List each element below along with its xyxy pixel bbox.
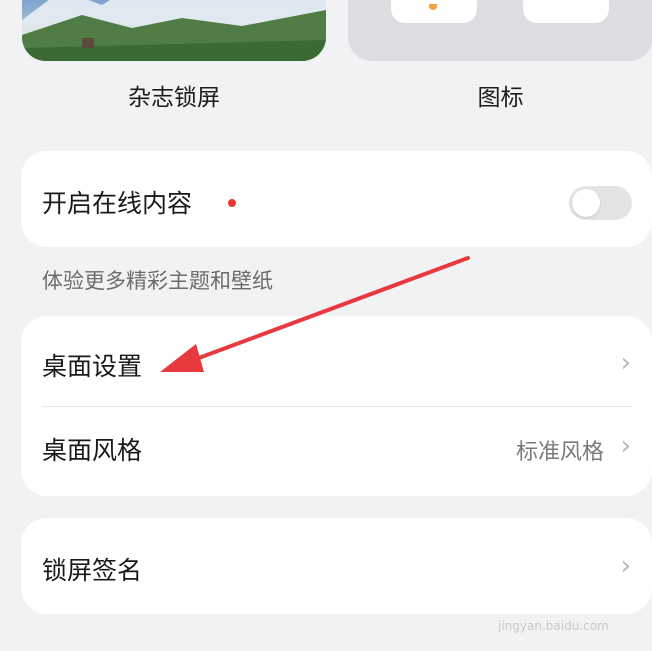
watermark-brand: Baidu 经验 <box>498 592 621 617</box>
annotation-arrow <box>160 256 470 372</box>
watermark-url: jingyan.baidu.com <box>498 619 609 633</box>
baidu-watermark: Baidu 经验 jingyan.baidu.com <box>498 586 638 644</box>
